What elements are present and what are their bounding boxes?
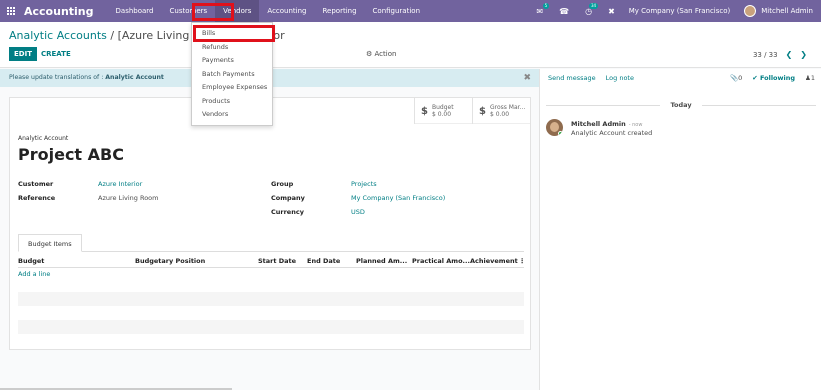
activity-badge: 34 (588, 2, 599, 9)
chatter-topbar: Send message Log note (548, 74, 634, 82)
author-avatar[interactable] (546, 119, 563, 136)
vendors-dropdown: Bills Refunds Payments Batch Payments Em… (191, 22, 273, 126)
dollar-icon: $ (421, 105, 428, 117)
currency-value[interactable]: USD (351, 208, 365, 216)
menu-customers[interactable]: Customers (162, 0, 216, 22)
menu-reporting[interactable]: Reporting (315, 0, 365, 22)
dollar-icon: $ (479, 105, 486, 117)
gross-margin-stat-button[interactable]: $ Gross Mar... $ 0.00 (472, 98, 530, 124)
tab-budget-items[interactable]: Budget Items (18, 234, 82, 252)
gross-margin-stat-label: Gross Mar... (489, 104, 526, 111)
budget-stat-value: $ 0.00 (431, 111, 452, 118)
user-avatar[interactable] (744, 5, 757, 17)
col-budgetary-position[interactable]: Budgetary Position (135, 257, 205, 265)
apps-menu-icon[interactable] (0, 0, 22, 22)
message-author-name[interactable]: Mitchell Admin (571, 120, 626, 128)
chat-icon[interactable]: ✉ 5 (536, 2, 550, 16)
chat-badge: 5 (542, 2, 550, 9)
phone-icon[interactable]: ☎ (559, 7, 569, 16)
reference-label: Reference (18, 194, 56, 202)
group-value[interactable]: Projects (351, 180, 377, 188)
company-value[interactable]: My Company (San Francisco) (351, 194, 445, 202)
menu-item-batch-payments[interactable]: Batch Payments (192, 68, 272, 82)
alert-text: Please update translations of : (9, 74, 104, 81)
pager-next-icon[interactable]: ❯ (800, 50, 807, 59)
activity-icon[interactable]: ◷ 34 (585, 2, 599, 16)
pager-previous-icon[interactable]: ❮ (786, 50, 793, 59)
action-menu[interactable]: ⚙ Action (366, 50, 396, 58)
col-budget[interactable]: Budget (18, 257, 44, 265)
date-separator: Today (546, 100, 816, 110)
add-line-link[interactable]: Add a line (18, 270, 50, 278)
check-icon: ✔ (752, 74, 758, 82)
menu-configuration[interactable]: Configuration (365, 0, 428, 22)
menu-dashboard[interactable]: Dashboard (108, 0, 162, 22)
stat-buttons: $ Budget $ 0.00 $ Gross Mar... $ 0.00 (414, 98, 530, 124)
customer-label: Customer (18, 180, 54, 188)
edit-button[interactable]: EDIT (9, 47, 37, 61)
record-title[interactable]: Project ABC (18, 145, 124, 164)
attachments-count: 0 (738, 74, 743, 82)
menu-item-refunds[interactable]: Refunds (192, 41, 272, 55)
form-sheet: $ Budget $ 0.00 $ Gross Mar... $ 0.00 Anal… (9, 97, 531, 350)
col-planned-amount[interactable]: Planned Am... (356, 257, 407, 265)
menu-accounting[interactable]: Accounting (259, 0, 314, 22)
create-button[interactable]: CREATE (41, 47, 71, 61)
menu-item-products[interactable]: Products (192, 95, 272, 109)
budget-stat-button[interactable]: $ Budget $ 0.00 (414, 98, 472, 124)
menu-item-vendors[interactable]: Vendors (192, 108, 272, 122)
pager-value[interactable]: 33 / 33 (753, 51, 778, 59)
col-achievement[interactable]: Achievement (470, 257, 518, 265)
control-panel: Analytic Accounts / [Azure Living Room] … (0, 22, 821, 68)
empty-row (18, 292, 524, 306)
send-message-button[interactable]: Send message (548, 74, 596, 82)
record-type-label: Analytic Account (18, 135, 69, 142)
message-author: Mitchell Admin - now (571, 120, 642, 128)
customer-value[interactable]: Azure Interior (98, 180, 142, 188)
action-label: Action (374, 50, 397, 58)
budget-stat-label: Budget (431, 104, 454, 111)
group-label: Group (271, 180, 294, 188)
company-switcher[interactable]: My Company (San Francisco) (629, 7, 730, 15)
menu-vendors[interactable]: Vendors (215, 0, 260, 22)
gear-icon: ⚙ (366, 50, 373, 58)
following-label: Following (759, 74, 796, 82)
debug-tools-icon[interactable]: ✖ (608, 7, 615, 16)
gross-margin-stat-value: $ 0.00 (489, 111, 510, 118)
message-body: Analytic Account created (571, 129, 653, 137)
reference-value[interactable]: Azure Living Room (98, 194, 158, 202)
menu-item-bills[interactable]: Bills (192, 27, 272, 41)
breadcrumb-parent[interactable]: Analytic Accounts (9, 29, 107, 42)
currency-label: Currency (271, 208, 304, 216)
paperclip-icon: 📎 (730, 74, 739, 82)
top-navbar: Accounting Dashboard Customers Vendors A… (0, 0, 821, 22)
col-start-date[interactable]: Start Date (258, 257, 296, 265)
chatter: Send message Log note 📎0 ✔ Following ♟1 … (539, 69, 821, 390)
col-end-date[interactable]: End Date (307, 257, 340, 265)
followers-count: 1 (810, 74, 815, 82)
followers-button[interactable]: ♟1 (805, 74, 815, 82)
user-menu[interactable]: Mitchell Admin (761, 7, 813, 15)
budget-table-header: Budget Budgetary Position Start Date End… (18, 254, 526, 268)
message-time: - now (628, 122, 643, 128)
close-icon[interactable]: ✖ (523, 69, 531, 87)
app-brand[interactable]: Accounting (24, 5, 94, 18)
menu-item-employee-expenses[interactable]: Employee Expenses (192, 81, 272, 95)
pager: 33 / 33 ❮ ❯ (753, 50, 807, 59)
following-button[interactable]: ✔ Following (752, 74, 795, 82)
empty-row (18, 320, 524, 334)
alert-field: Analytic Account (105, 74, 164, 81)
breadcrumb-separator: / (106, 29, 118, 42)
chatter-actions: 📎0 ✔ Following ♟1 (730, 74, 815, 82)
online-status-icon (558, 131, 563, 136)
col-practical-amount[interactable]: Practical Amo... (412, 257, 470, 265)
attachments-button[interactable]: 📎0 (730, 74, 742, 82)
optional-columns-icon[interactable]: ⋮ (519, 257, 526, 265)
menu-item-payments[interactable]: Payments (192, 54, 272, 68)
notebook-tabs: Budget Items (18, 234, 524, 252)
company-label: Company (271, 194, 305, 202)
navbar-systray: ✉ 5 ☎ ◷ 34 ✖ My Company (San Francisco) Mi… (528, 0, 821, 22)
log-note-button[interactable]: Log note (606, 74, 634, 82)
date-separator-label: Today (670, 101, 692, 109)
